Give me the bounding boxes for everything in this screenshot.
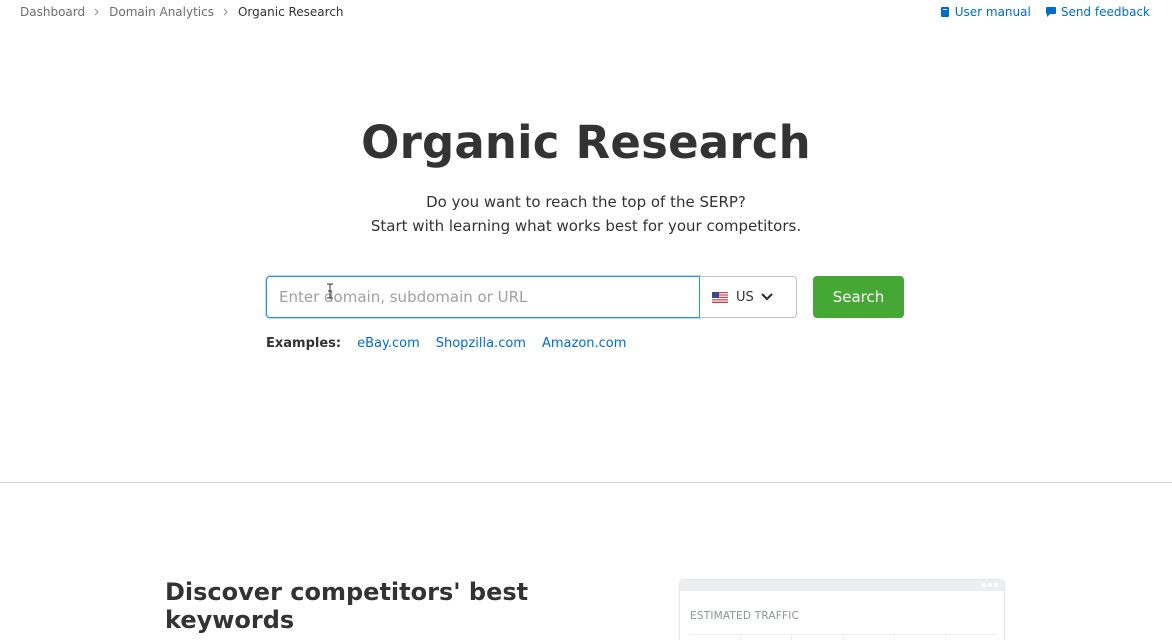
subtitle-line-2: Start with learning what works best for … bbox=[370, 217, 802, 235]
chevron-right-icon bbox=[214, 8, 238, 16]
speech-bubble-icon bbox=[1045, 7, 1056, 17]
breadcrumb-domain-analytics[interactable]: Domain Analytics bbox=[109, 5, 214, 19]
chevron-down-icon bbox=[760, 292, 774, 302]
feature-heading: Discover competitors' best keywords bbox=[165, 578, 529, 634]
estimated-traffic-preview: ESTIMATED TRAFFIC bbox=[679, 579, 1005, 640]
database-label: US bbox=[736, 289, 754, 305]
user-manual-label: User manual bbox=[954, 5, 1031, 19]
text-cursor-icon bbox=[327, 283, 333, 299]
card-grid bbox=[690, 634, 996, 640]
example-link-shopzilla[interactable]: Shopzilla.com bbox=[436, 336, 526, 351]
subtitle-line-1: Do you want to reach the top of the SERP… bbox=[426, 193, 746, 211]
chevron-right-icon bbox=[85, 8, 109, 16]
send-feedback-link[interactable]: Send feedback bbox=[1045, 5, 1150, 19]
breadcrumb-dashboard[interactable]: Dashboard bbox=[20, 5, 85, 19]
book-icon bbox=[940, 7, 949, 17]
examples-row: Examples: eBay.com Shopzilla.com Amazon.… bbox=[266, 336, 642, 351]
database-select[interactable]: US bbox=[700, 276, 797, 318]
breadcrumb-current: Organic Research bbox=[237, 5, 344, 19]
top-bar: Dashboard Domain Analytics Organic Resea… bbox=[0, 0, 1172, 26]
top-links: User manual Send feedback bbox=[925, 5, 1150, 19]
card-label: ESTIMATED TRAFFIC bbox=[690, 610, 800, 622]
example-link-ebay[interactable]: eBay.com bbox=[357, 336, 420, 351]
send-feedback-label: Send feedback bbox=[1060, 5, 1150, 19]
card-header-bar bbox=[680, 580, 1004, 591]
page-title: Organic Research bbox=[361, 116, 811, 169]
more-dots-icon bbox=[980, 583, 998, 587]
us-flag-icon bbox=[712, 291, 728, 303]
user-manual-link[interactable]: User manual bbox=[939, 5, 1031, 19]
section-divider bbox=[0, 482, 1172, 483]
search-form: US Search bbox=[266, 276, 904, 318]
search-button[interactable]: Search bbox=[813, 276, 904, 318]
example-link-amazon[interactable]: Amazon.com bbox=[542, 336, 626, 351]
breadcrumb: Dashboard Domain Analytics Organic Resea… bbox=[20, 5, 344, 19]
examples-label: Examples: bbox=[266, 336, 342, 351]
page-subtitle: Do you want to reach the top of the SERP… bbox=[0, 190, 1172, 238]
